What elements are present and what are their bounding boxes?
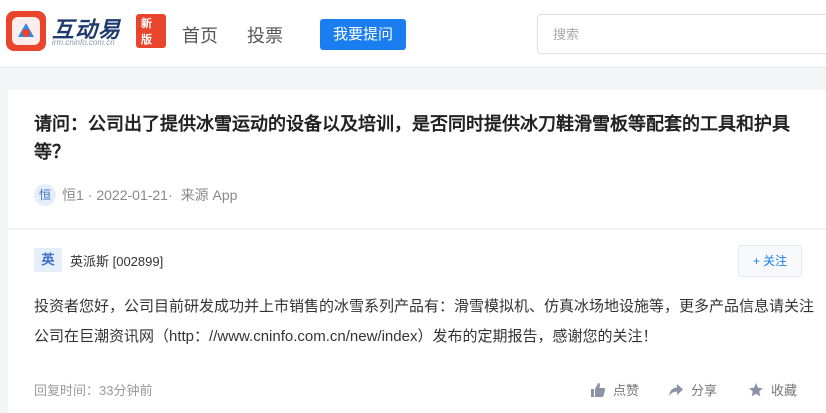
share-arrow-icon [669,383,683,396]
thumbs-up-icon [591,382,606,397]
ask-question-button[interactable]: 我要提问 [320,19,406,50]
logo-subtext: irm.cninfo.com.cn [52,38,115,47]
company-name[interactable]: 英派斯 [002899] [70,251,163,270]
like-label: 点赞 [613,383,640,398]
star-icon [749,382,763,396]
question-title: 请问：公司出了提供冰雪运动的设备以及培训，是否同时提供冰刀鞋滑雪板等配套的工具和… [34,114,790,162]
top-header: 互动易 irm.cninfo.com.cn 新版 首页 投票 我要提问 [0,0,826,68]
question-card: 请问：公司出了提供冰雪运动的设备以及培训，是否同时提供冰刀鞋滑雪板等配套的工具和… [8,90,826,228]
answer-header: 英 英派斯 [002899] [34,248,163,272]
favorite-button[interactable]: 收藏 [748,380,797,399]
question-date: · 2022-01-21· [87,187,173,203]
question-source: 来源 App [180,187,238,203]
follow-button[interactable]: + 关注 [738,245,802,277]
author-avatar[interactable]: 恒 [34,184,56,206]
logo-icon [6,11,46,51]
like-button[interactable]: 点赞 [590,380,639,399]
company-avatar[interactable]: 英 [34,248,62,272]
nav-home[interactable]: 首页 [182,22,218,48]
nav-vote[interactable]: 投票 [247,22,283,48]
site-logo[interactable]: 互动易 irm.cninfo.com.cn 新版 [6,10,166,52]
question-meta: 恒 恒1 · 2022-01-21· 来源 App [34,184,237,206]
share-button[interactable]: 分享 [668,380,717,399]
author-name[interactable]: 恒1 [62,185,84,205]
favorite-label: 收藏 [771,383,798,398]
share-label: 分享 [691,383,718,398]
search-input[interactable] [537,14,826,54]
new-version-badge: 新版 [136,14,166,48]
answer-card: 英 英派斯 [002899] + 关注 投资者您好，公司目前研发成功并上市销售的… [8,229,826,413]
reply-time: 回复时间：33分钟前 [34,383,153,398]
answer-body: 投资者您好，公司目前研发成功并上市销售的冰雪系列产品有：滑雪模拟机、仿真冰场地设… [34,298,815,345]
